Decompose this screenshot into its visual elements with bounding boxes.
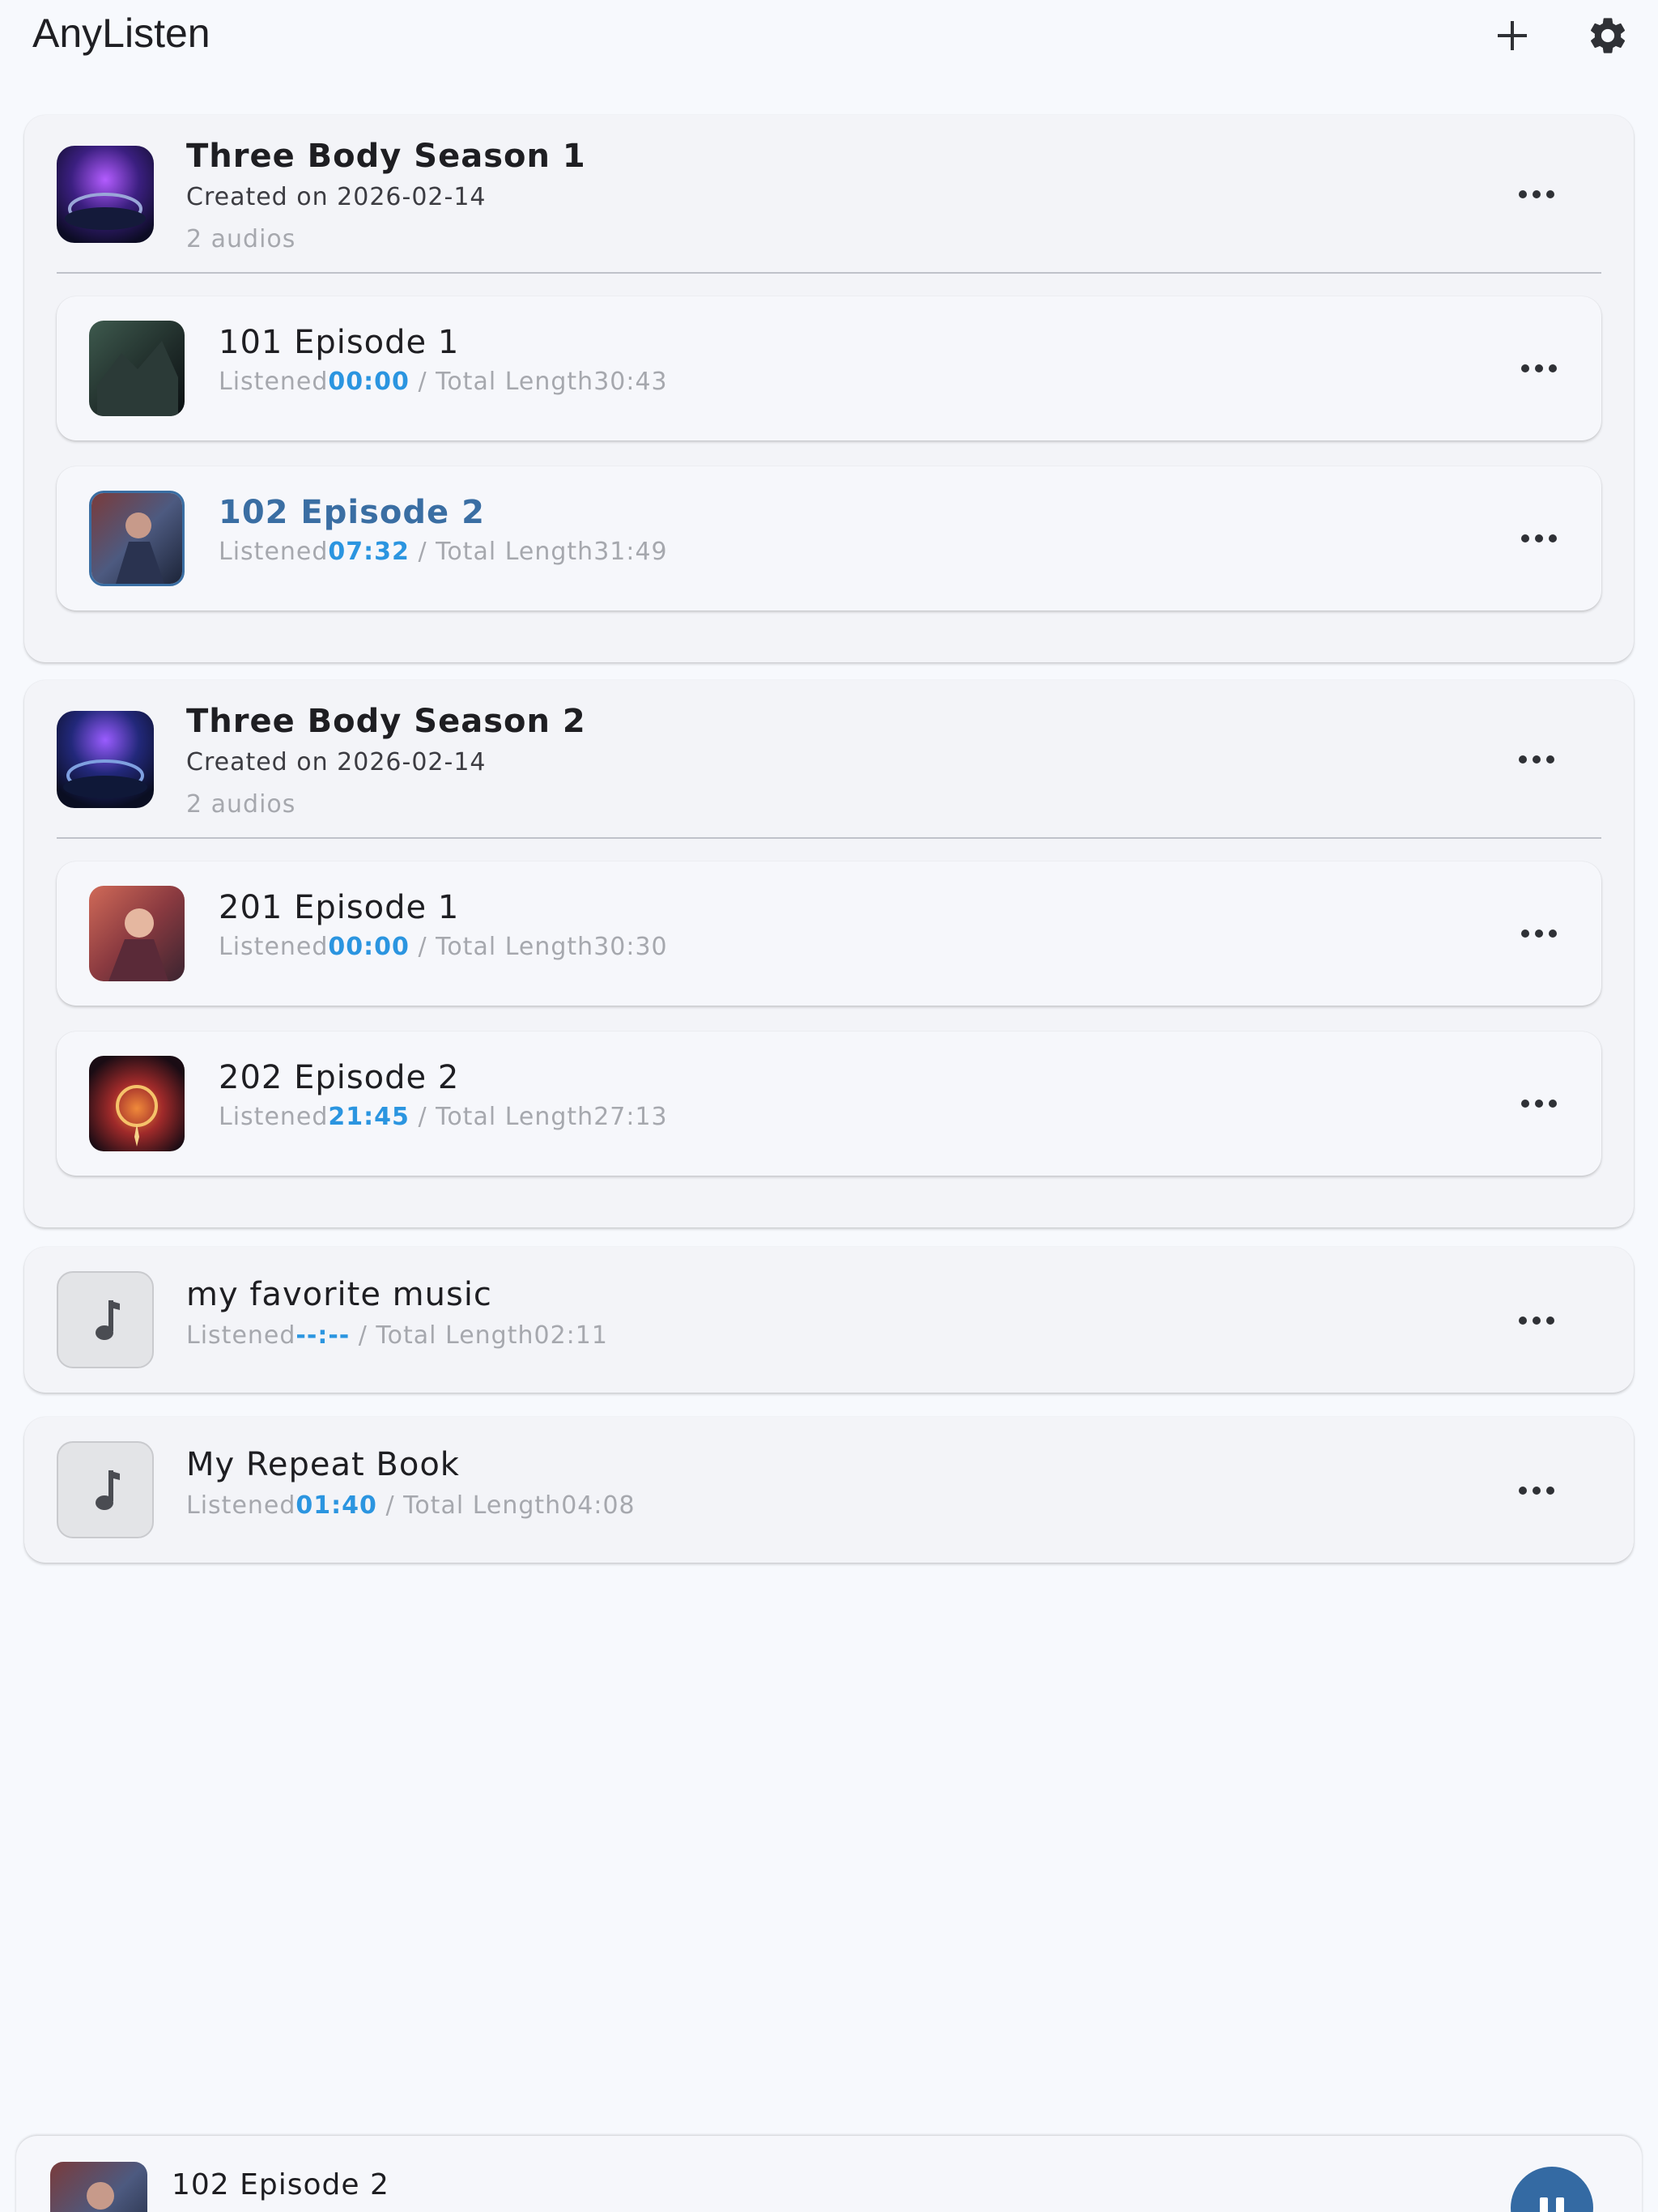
collection-created-date: Created on 2026-02-14 bbox=[186, 748, 487, 776]
divider bbox=[57, 837, 1601, 839]
collection-cover bbox=[57, 146, 154, 243]
episode-progress: Listened00:00 / Total Length30:30 bbox=[219, 933, 668, 961]
audio-item[interactable]: My Repeat Book Listened01:40 / Total Len… bbox=[24, 1417, 1634, 1563]
collection-audio-count: 2 audios bbox=[186, 790, 296, 819]
audio-more-button[interactable] bbox=[1508, 1300, 1565, 1341]
episode-more-button[interactable] bbox=[1511, 518, 1567, 559]
audio-title: my favorite music bbox=[186, 1276, 492, 1313]
episode-cover bbox=[89, 886, 185, 981]
episode-item[interactable]: 201 Episode 1 Listened00:00 / Total Leng… bbox=[57, 861, 1601, 1006]
audio-title: My Repeat Book bbox=[186, 1446, 460, 1483]
collection-more-button[interactable] bbox=[1508, 174, 1565, 215]
episode-item[interactable]: 101 Episode 1 Listened00:00 / Total Leng… bbox=[57, 296, 1601, 440]
audio-progress: Listened--:-- / Total Length02:11 bbox=[186, 1321, 608, 1350]
now-playing-cover bbox=[50, 2162, 147, 2212]
episode-progress: Listened07:32 / Total Length31:49 bbox=[219, 538, 668, 566]
episode-more-button[interactable] bbox=[1511, 348, 1567, 389]
music-note-icon bbox=[96, 1300, 120, 1340]
episode-more-button[interactable] bbox=[1511, 1083, 1567, 1124]
top-app-bar: AnyListen bbox=[0, 0, 1658, 73]
episode-cover bbox=[89, 491, 185, 586]
episode-title: 201 Episode 1 bbox=[219, 889, 460, 926]
settings-button[interactable] bbox=[1582, 10, 1634, 62]
episode-item[interactable]: 202 Episode 2 Listened21:45 / Total Leng… bbox=[57, 1032, 1601, 1176]
audio-progress: Listened01:40 / Total Length04:08 bbox=[186, 1491, 636, 1520]
audio-placeholder-cover bbox=[57, 1441, 154, 1538]
gear-icon bbox=[1591, 18, 1626, 53]
episode-more-button[interactable] bbox=[1511, 913, 1567, 954]
episode-title: 202 Episode 2 bbox=[219, 1059, 460, 1096]
mini-player[interactable]: 102 Episode 2 bbox=[16, 2136, 1642, 2212]
pause-icon bbox=[1540, 2197, 1548, 2212]
episode-title: 101 Episode 1 bbox=[219, 324, 460, 361]
collection-audio-count: 2 audios bbox=[186, 225, 296, 253]
audio-placeholder-cover bbox=[57, 1271, 154, 1368]
audio-more-button[interactable] bbox=[1508, 1470, 1565, 1511]
collection-title: Three Body Season 2 bbox=[186, 703, 586, 740]
now-playing-title: 102 Episode 2 bbox=[172, 2168, 389, 2201]
collection-created-date: Created on 2026-02-14 bbox=[186, 183, 487, 211]
divider bbox=[57, 272, 1601, 274]
episode-progress: Listened21:45 / Total Length27:13 bbox=[219, 1103, 668, 1131]
music-note-icon bbox=[96, 1470, 120, 1510]
collection-more-button[interactable] bbox=[1508, 739, 1565, 780]
episode-title: 102 Episode 2 bbox=[219, 494, 485, 531]
collection-title: Three Body Season 1 bbox=[186, 138, 586, 175]
app-title: AnyListen bbox=[32, 11, 210, 56]
episode-progress: Listened00:00 / Total Length30:43 bbox=[219, 368, 668, 396]
collection-card[interactable]: Three Body Season 2 Created on 2026-02-1… bbox=[24, 680, 1634, 1227]
episode-cover bbox=[89, 1056, 185, 1151]
episode-cover bbox=[89, 321, 185, 416]
plus-icon bbox=[1498, 21, 1527, 50]
collection-cover bbox=[57, 711, 154, 808]
add-button[interactable] bbox=[1486, 10, 1538, 62]
episode-item[interactable]: 102 Episode 2 Listened07:32 / Total Leng… bbox=[57, 466, 1601, 610]
collection-card[interactable]: Three Body Season 1 Created on 2026-02-1… bbox=[24, 115, 1634, 662]
audio-item[interactable]: my favorite music Listened--:-- / Total … bbox=[24, 1247, 1634, 1393]
